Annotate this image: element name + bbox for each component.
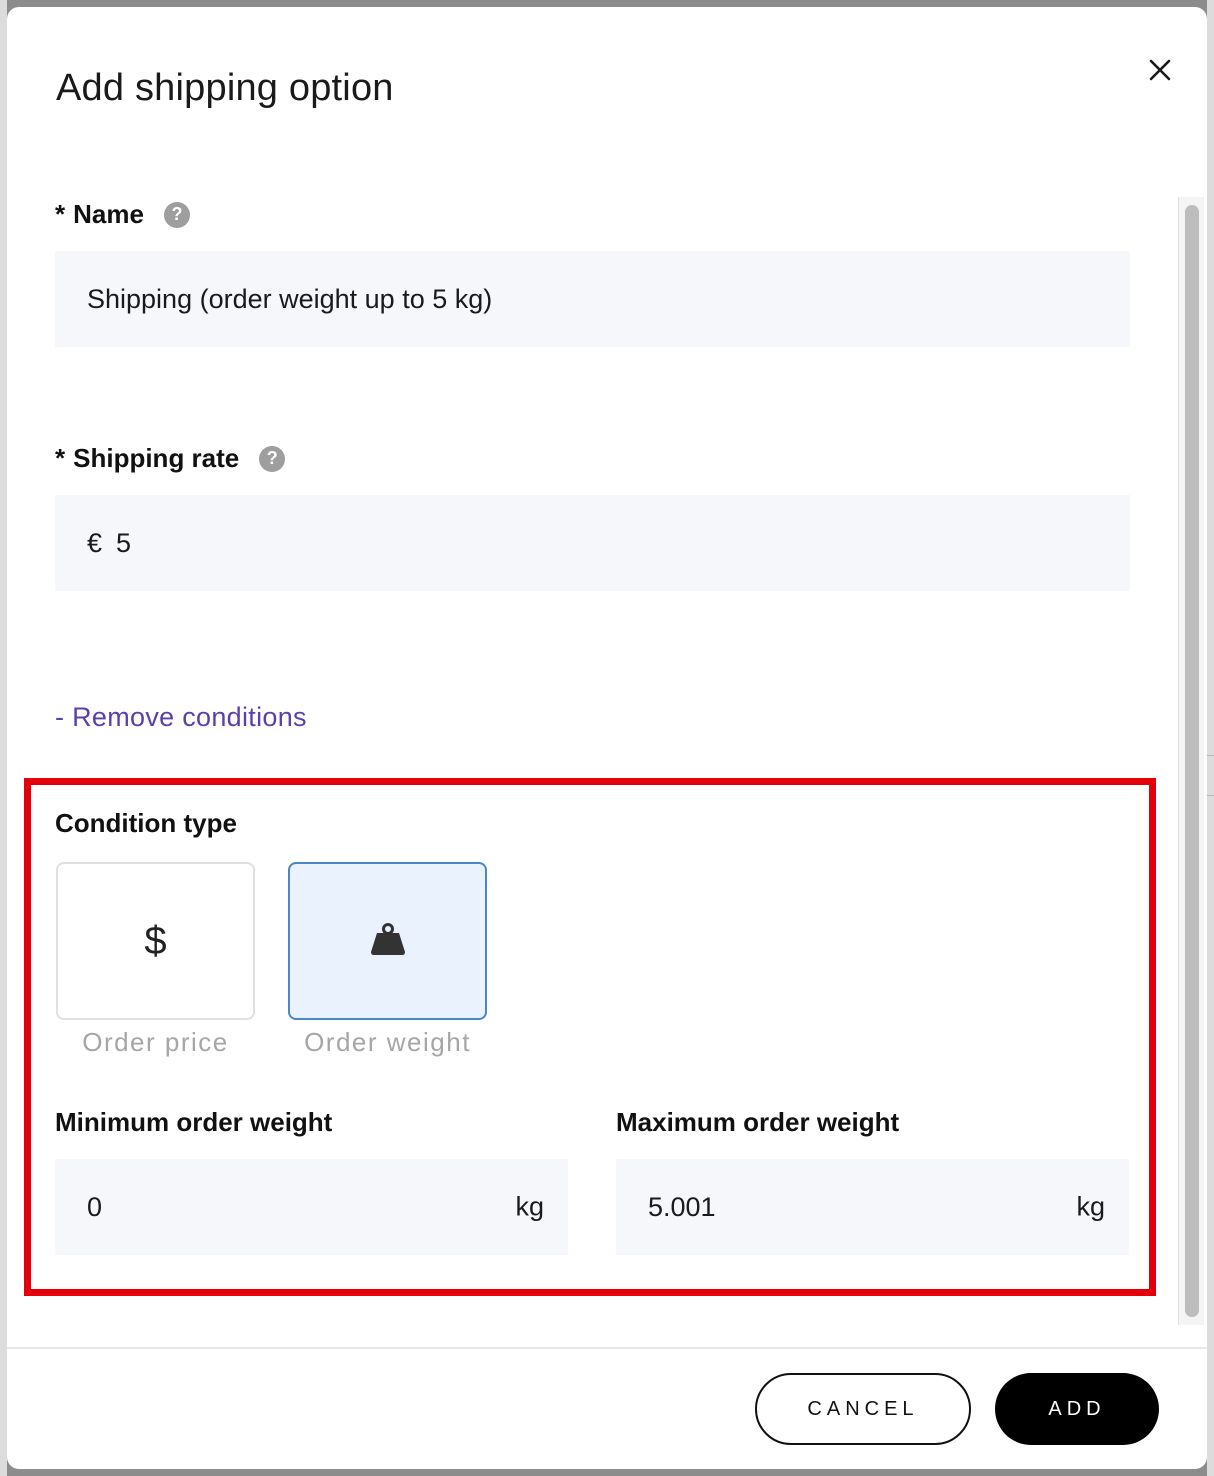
shipping-rate-input[interactable]: € 5	[55, 495, 1130, 591]
condition-type-order-price-label: Order price	[82, 1027, 229, 1057]
footer-divider	[7, 1347, 1207, 1349]
help-icon[interactable]: ?	[259, 445, 286, 472]
minimum-order-weight-input[interactable]: 0 kg	[55, 1159, 568, 1255]
name-input-value: Shipping (order weight up to 5 kg)	[87, 283, 493, 314]
remove-conditions-link[interactable]: - Remove conditions	[55, 702, 307, 733]
required-marker: *	[55, 199, 66, 229]
background-divider	[1207, 795, 1214, 796]
background-divider	[1207, 755, 1214, 756]
weight-unit: kg	[1076, 1191, 1105, 1222]
scrollbar[interactable]	[1178, 197, 1204, 1325]
maximum-order-weight-input[interactable]: 5.001 kg	[616, 1159, 1129, 1255]
currency-symbol: €	[87, 527, 103, 558]
name-label-text: Name	[73, 199, 144, 229]
maximum-order-weight-value: 5.001	[648, 1191, 716, 1222]
minimum-order-weight-value: 0	[87, 1191, 103, 1222]
help-icon[interactable]: ?	[163, 201, 190, 228]
weight-icon	[369, 922, 407, 961]
scrollbar-thumb[interactable]	[1185, 205, 1199, 1317]
condition-type-order-weight-label: Order weight	[304, 1027, 471, 1057]
dollar-icon: $	[144, 918, 167, 963]
cancel-button[interactable]: CANCEL	[755, 1373, 971, 1445]
shipping-rate-label: * Shipping rate ?	[55, 443, 286, 474]
minimum-order-weight-label-text: Minimum order weight	[55, 1107, 333, 1137]
condition-type-title: Condition type	[55, 808, 237, 838]
minimum-order-weight-label: Minimum order weight	[55, 1107, 332, 1138]
background-page-fragment	[0, 0, 7, 1476]
maximum-order-weight-label: Maximum order weight	[616, 1107, 899, 1138]
required-marker: *	[55, 443, 66, 473]
shipping-rate-value: 5	[116, 527, 132, 558]
add-button[interactable]: ADD	[995, 1373, 1159, 1445]
name-input[interactable]: Shipping (order weight up to 5 kg)	[55, 251, 1130, 347]
condition-type-order-price[interactable]: $	[56, 862, 255, 1020]
add-shipping-option-modal: Add shipping option * Name ? Shipping (o…	[7, 7, 1207, 1469]
name-label: * Name ?	[55, 199, 190, 230]
maximum-order-weight-label-text: Maximum order weight	[616, 1107, 900, 1137]
close-icon[interactable]	[1145, 55, 1175, 85]
shipping-rate-label-text: Shipping rate	[73, 443, 240, 473]
condition-type-order-weight[interactable]	[288, 862, 487, 1020]
weight-unit: kg	[515, 1191, 544, 1222]
background-page-fragment	[1207, 0, 1214, 1476]
modal-title: Add shipping option	[56, 67, 394, 109]
